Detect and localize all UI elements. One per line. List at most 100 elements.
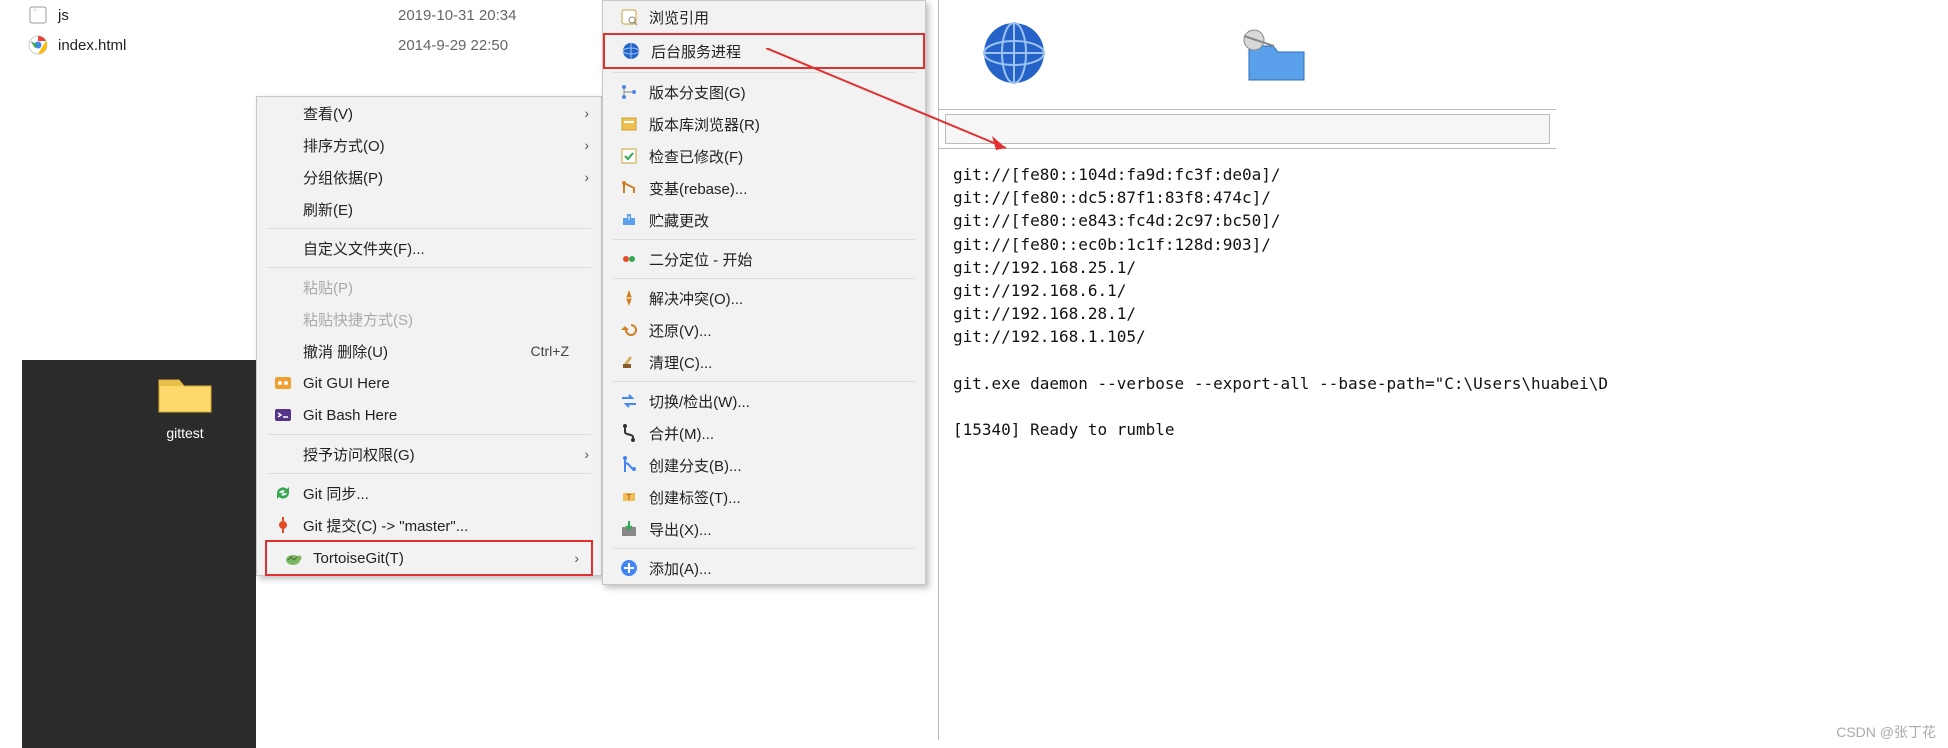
menu-label: 浏览引用 xyxy=(641,7,899,28)
svg-text:T: T xyxy=(627,493,632,502)
chrome-icon xyxy=(28,35,48,55)
context_menu_2-item[interactable]: 解决冲突(O)... xyxy=(603,282,925,314)
menu-label: 清理(C)... xyxy=(641,352,899,373)
submenu-arrow-icon: › xyxy=(565,550,579,566)
git-sync-icon xyxy=(271,483,295,503)
menu-label: 合并(M)... xyxy=(641,423,899,444)
context_menu_2-item[interactable]: 添加(A)... xyxy=(603,552,925,584)
context_menu_1-item[interactable]: Git GUI Here xyxy=(257,367,601,399)
context_menu_2-item[interactable]: 检查已修改(F) xyxy=(603,140,925,172)
menu-label: 检查已修改(F) xyxy=(641,146,899,167)
submenu-arrow-icon: › xyxy=(575,446,589,462)
export-icon xyxy=(617,519,641,539)
menu-separator xyxy=(267,228,591,229)
menu-label: 创建标签(T)... xyxy=(641,487,899,508)
menu-label: 变基(rebase)... xyxy=(641,178,899,199)
menu-separator xyxy=(267,267,591,268)
menu-label: 查看(V) xyxy=(295,103,575,124)
check-icon xyxy=(617,146,641,166)
menu-label: 粘贴快捷方式(S) xyxy=(295,309,575,330)
menu-separator xyxy=(613,72,915,73)
menu-shortcut: Ctrl+Z xyxy=(531,343,576,359)
menu-label: 解决冲突(O)... xyxy=(641,288,899,309)
context_menu_1-item[interactable]: 分组依据(P)› xyxy=(257,161,601,193)
context_menu_2-item[interactable]: 清理(C)... xyxy=(603,346,925,378)
menu-label: 创建分支(B)... xyxy=(641,455,899,476)
context_menu_2-item[interactable]: 版本分支图(G) xyxy=(603,76,925,108)
context_menu_2-item[interactable]: 版本库浏览器(R) xyxy=(603,108,925,140)
context_menu_2-item[interactable]: 二分定位 - 开始 xyxy=(603,243,925,275)
menu-separator xyxy=(267,473,591,474)
merge-icon xyxy=(617,423,641,443)
menu-label: 切换/检出(W)... xyxy=(641,391,899,412)
context_menu_1-item: 粘贴快捷方式(S) xyxy=(257,303,601,335)
menu-label: 分组依据(P) xyxy=(295,167,575,188)
context-menu-tortoisegit: 浏览引用后台服务进程版本分支图(G) 版本库浏览器(R) 检查已修改(F) 变基(re… xyxy=(602,0,926,585)
context_menu_2-item[interactable]: T 创建标签(T)... xyxy=(603,481,925,513)
menu-label: 版本分支图(G) xyxy=(641,82,899,103)
menu-label: 后台服务进程 xyxy=(643,41,897,62)
repo-icon xyxy=(617,114,641,134)
context_menu_1-item[interactable]: 撤消 删除(U)Ctrl+Z xyxy=(257,335,601,367)
context_menu_2-item[interactable]: 切换/检出(W)... xyxy=(603,385,925,417)
menu-label: 版本库浏览器(R) xyxy=(641,114,899,135)
file-name: index.html xyxy=(58,37,398,54)
icon-bar xyxy=(939,0,1556,110)
context_menu_2-item[interactable]: 合并(M)... xyxy=(603,417,925,449)
browse-icon xyxy=(617,7,641,27)
menu-label: 贮藏更改 xyxy=(641,210,899,231)
file-date: 2014-9-29 22:50 xyxy=(398,37,508,54)
folder-icon xyxy=(157,370,213,416)
menu-label: 刷新(E) xyxy=(295,199,575,220)
context_menu_1-item[interactable]: 自定义文件夹(F)... xyxy=(257,232,601,264)
context_menu_2-item[interactable]: 后台服务进程 xyxy=(605,35,923,67)
menu-label: 撤消 删除(U) xyxy=(295,341,531,362)
menu-separator xyxy=(613,278,915,279)
menu-separator xyxy=(613,239,915,240)
add-icon xyxy=(617,558,641,578)
menu-label: 导出(X)... xyxy=(641,519,899,540)
menu-label: 排序方式(O) xyxy=(295,135,575,156)
toolbar xyxy=(939,110,1556,148)
folder-item[interactable]: gittest xyxy=(157,370,213,441)
context_menu_2-item[interactable]: 还原(V)... xyxy=(603,314,925,346)
menu-label: 还原(V)... xyxy=(641,320,899,341)
menu-label: Git 同步... xyxy=(295,483,575,504)
menu-label: Git Bash Here xyxy=(295,407,575,424)
context_menu_1-item[interactable]: 刷新(E) xyxy=(257,193,601,225)
terminal-output: git://[fe80::104d:fa9d:fc3f:de0a]/ git:/… xyxy=(939,148,1556,455)
menu-label: 二分定位 - 开始 xyxy=(641,249,899,270)
context_menu_1-item[interactable]: Git 提交(C) -> "master"... xyxy=(257,509,601,541)
desktop-dark-area: gittest xyxy=(22,360,256,748)
context_menu_1-item[interactable]: Git 同步... xyxy=(257,477,601,509)
watermark: CSDN @张丁花 xyxy=(1836,722,1936,742)
context_menu_2-item[interactable]: 贮藏更改 xyxy=(603,204,925,236)
context_menu_1-item[interactable]: 授予访问权限(G)› xyxy=(257,438,601,470)
clean-icon xyxy=(617,352,641,372)
context_menu_2-item[interactable]: 浏览引用 xyxy=(603,1,925,33)
context_menu_2-item[interactable]: 变基(rebase)... xyxy=(603,172,925,204)
menu-label: Git GUI Here xyxy=(295,375,575,392)
network-folder-icon xyxy=(1229,18,1309,91)
submenu-arrow-icon: › xyxy=(575,137,589,153)
menu-separator xyxy=(613,381,915,382)
branch-icon xyxy=(617,455,641,475)
menu-label: Git 提交(C) -> "master"... xyxy=(295,515,575,536)
stash-icon xyxy=(617,210,641,230)
context_menu_1-item[interactable]: 查看(V)› xyxy=(257,97,601,129)
git-bash-icon xyxy=(271,405,295,425)
toolbar-input[interactable] xyxy=(945,114,1550,144)
context_menu_1-item[interactable]: TortoiseGit(T)› xyxy=(267,542,591,574)
file-name: js xyxy=(58,7,398,24)
globe-icon xyxy=(979,18,1049,91)
context_menu_2-item[interactable]: 导出(X)... xyxy=(603,513,925,545)
context_menu_1-item[interactable]: Git Bash Here xyxy=(257,399,601,431)
menu-label: 授予访问权限(G) xyxy=(295,444,575,465)
submenu-arrow-icon: › xyxy=(575,169,589,185)
daemon-window: git://[fe80::104d:fa9d:fc3f:de0a]/ git:/… xyxy=(938,0,1556,740)
menu-label: TortoiseGit(T) xyxy=(305,550,565,567)
menu-separator xyxy=(267,434,591,435)
context_menu_1-item[interactable]: 排序方式(O)› xyxy=(257,129,601,161)
context_menu_2-item[interactable]: 创建分支(B)... xyxy=(603,449,925,481)
submenu-arrow-icon: › xyxy=(575,105,589,121)
